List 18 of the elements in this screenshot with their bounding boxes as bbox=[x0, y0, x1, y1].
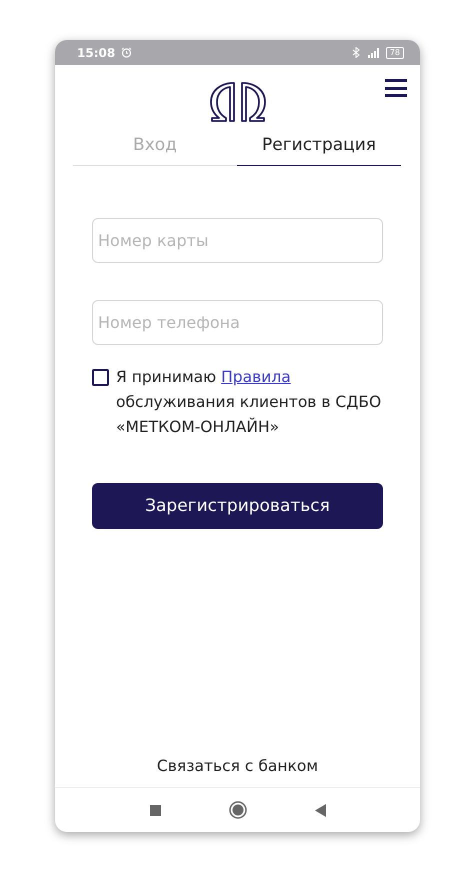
logo-icon bbox=[208, 81, 266, 123]
battery-level: 78 bbox=[386, 46, 404, 58]
clock-time: 15:08 bbox=[77, 46, 116, 60]
register-button[interactable]: Зарегистрироваться bbox=[92, 483, 383, 529]
agreement-text: Я принимаю Правила обслуживания клиентов в СДБО «МЕТКОМ-ОНЛАЙН» bbox=[116, 367, 382, 438]
back-button[interactable] bbox=[314, 804, 326, 816]
menu-button[interactable] bbox=[385, 79, 407, 97]
alarm-icon bbox=[121, 47, 132, 58]
recents-button[interactable] bbox=[150, 804, 160, 816]
home-button[interactable] bbox=[228, 801, 246, 819]
tab[interactable]: Регистрация bbox=[237, 133, 401, 166]
bluetooth-icon bbox=[352, 47, 360, 58]
contact-bank-link[interactable]: Связаться с банком bbox=[156, 757, 318, 775]
signal-icon bbox=[366, 48, 380, 58]
input-field[interactable]: Номер карты bbox=[92, 218, 383, 263]
input-field[interactable]: Номер телефона bbox=[92, 300, 383, 345]
rules-link[interactable]: Правила bbox=[221, 368, 291, 386]
checkbox[interactable] bbox=[92, 369, 109, 386]
